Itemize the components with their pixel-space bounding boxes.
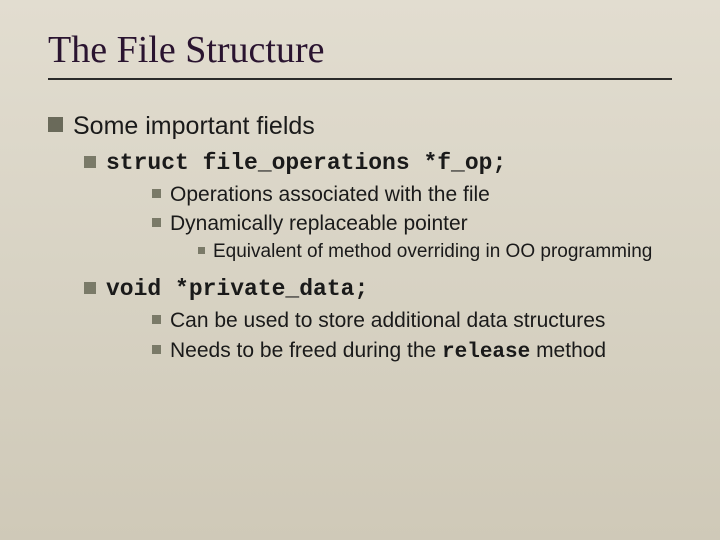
square-bullet-icon [152, 218, 161, 227]
square-bullet-icon [84, 156, 96, 168]
bullet-l4: Equivalent of method overriding in OO pr… [198, 239, 672, 265]
square-bullet-icon [84, 282, 96, 294]
bullet-l3: Can be used to store additional data str… [152, 307, 672, 335]
bullet-l3: Needs to be freed during the release met… [152, 337, 672, 367]
bullet-text: Some important fields [73, 110, 315, 144]
slide-title: The File Structure [48, 28, 672, 72]
square-bullet-icon [48, 117, 63, 132]
bullet-text: Equivalent of method overriding in OO pr… [213, 239, 652, 265]
square-bullet-icon [152, 189, 161, 198]
bullet-text: Needs to be freed during the release met… [170, 337, 606, 367]
code-decl: void *private_data; [106, 274, 368, 305]
bullet-l3: Dynamically replaceable pointer [152, 210, 672, 238]
code-decl: struct file_operations *f_op; [106, 148, 506, 179]
bullet-text: Can be used to store additional data str… [170, 307, 605, 335]
square-bullet-icon [152, 315, 161, 324]
square-bullet-icon [198, 247, 205, 254]
bullet-text: Dynamically replaceable pointer [170, 210, 468, 238]
text-fragment: method [530, 339, 606, 362]
bullet-l2-fop: struct file_operations *f_op; [84, 148, 672, 179]
text-fragment: Needs to be freed during the [170, 339, 442, 362]
bullet-l1: Some important fields [48, 110, 672, 144]
bullet-l3: Operations associated with the file [152, 181, 672, 209]
bullet-l2-private: void *private_data; [84, 274, 672, 305]
code-inline: release [442, 341, 530, 364]
square-bullet-icon [152, 345, 161, 354]
title-underline [48, 78, 672, 80]
bullet-text: Operations associated with the file [170, 181, 490, 209]
